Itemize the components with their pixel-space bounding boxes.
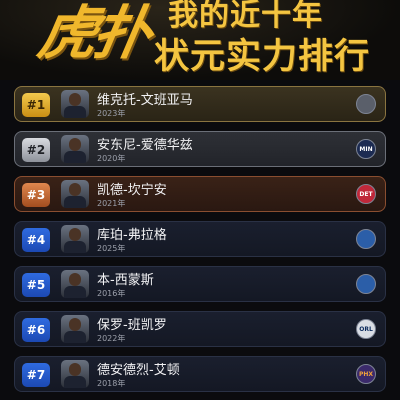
player-name: 保罗-班凯罗 — [97, 318, 167, 333]
mavericks-logo-icon — [356, 229, 376, 249]
page-title-line2: 状元实力排行 — [154, 37, 371, 77]
draft-year: 2025年 — [97, 244, 126, 253]
ranking-row-2[interactable]: #2 安东尼-爱德华兹 2020年 MIN — [14, 131, 386, 167]
player-name: 凯德-坎宁安 — [97, 183, 167, 198]
suns-logo-icon: PHX — [356, 364, 376, 384]
ranking-row-7[interactable]: #7 德安德烈-艾顿 2018年 PHX — [14, 356, 386, 392]
player-avatar — [61, 90, 89, 118]
ranking-row-3[interactable]: #3 凯德-坎宁安 2021年 DET — [14, 176, 386, 212]
timberwolves-logo-icon: MIN — [356, 139, 376, 159]
player-avatar — [61, 225, 89, 253]
player-avatar — [61, 270, 89, 298]
ranking-row-6[interactable]: #6 保罗-班凯罗 2022年 ORL — [14, 311, 386, 347]
rank-badge: #6 — [22, 318, 50, 342]
player-avatar — [61, 180, 89, 208]
draft-year: 2018年 — [97, 379, 126, 388]
rank-badge: #7 — [22, 363, 50, 387]
pistons-logo-icon: DET — [356, 184, 376, 204]
rank-badge: #3 — [22, 183, 50, 207]
header-banner: 虎扑 我的近十年 状元实力排行 — [0, 0, 400, 80]
player-name: 库珀-弗拉格 — [97, 228, 167, 243]
76ers-logo-icon — [356, 274, 376, 294]
rank-badge: #4 — [22, 228, 50, 252]
draft-year: 2016年 — [97, 289, 126, 298]
player-name: 德安德烈-艾顿 — [97, 363, 180, 378]
magic-logo-icon: ORL — [356, 319, 376, 339]
rank-badge: #1 — [22, 93, 50, 117]
player-name: 本-西蒙斯 — [97, 273, 154, 288]
hupu-logo: 虎扑 — [33, 0, 154, 67]
player-avatar — [61, 315, 89, 343]
ranking-row-4[interactable]: #4 库珀-弗拉格 2025年 — [14, 221, 386, 257]
ranking-row-5[interactable]: #5 本-西蒙斯 2016年 — [14, 266, 386, 302]
spurs-logo-icon — [356, 94, 376, 114]
draft-year: 2022年 — [97, 334, 126, 343]
ranking-row-1[interactable]: #1 维克托-文班亚马 2023年 — [14, 86, 386, 122]
draft-year: 2023年 — [97, 109, 126, 118]
rank-badge: #2 — [22, 138, 50, 162]
draft-year: 2021年 — [97, 199, 126, 208]
player-avatar — [61, 135, 89, 163]
player-name: 维克托-文班亚马 — [97, 93, 193, 108]
player-avatar — [61, 360, 89, 388]
rank-badge: #5 — [22, 273, 50, 297]
player-name: 安东尼-爱德华兹 — [97, 138, 193, 153]
draft-year: 2020年 — [97, 154, 126, 163]
